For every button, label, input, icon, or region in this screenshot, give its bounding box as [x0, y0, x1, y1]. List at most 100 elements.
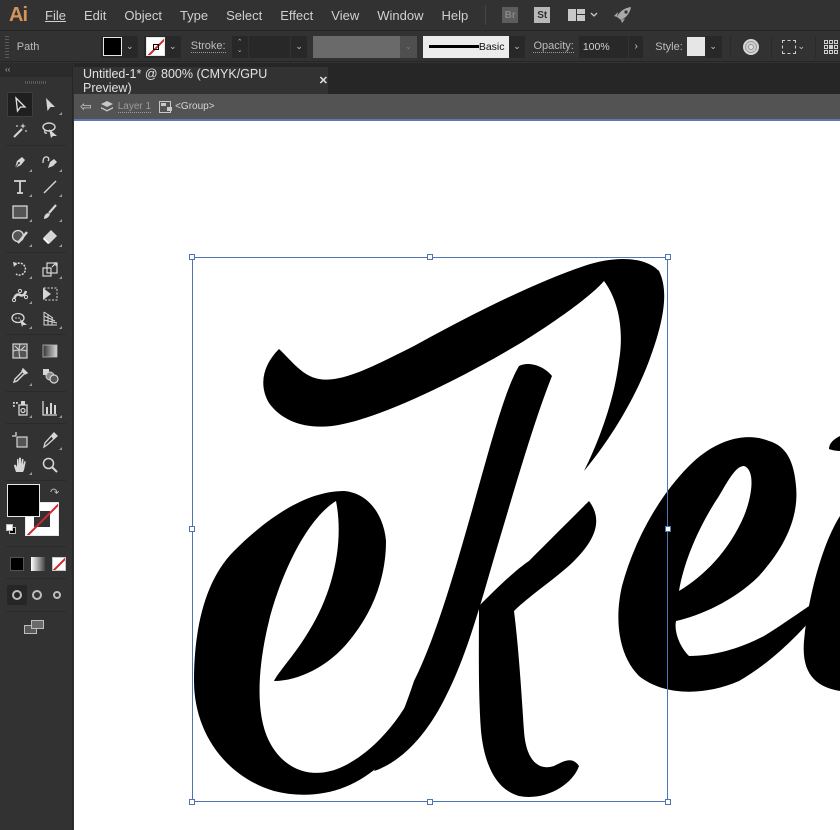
draw-behind-button[interactable]	[27, 585, 47, 605]
rectangle-icon	[12, 204, 28, 219]
tools-panel-grip[interactable]	[25, 81, 47, 84]
breadcrumb-group[interactable]: <Group>	[175, 101, 214, 112]
breadcrumb-layer[interactable]: Layer 1	[117, 101, 152, 113]
draw-inside-button[interactable]	[47, 585, 67, 605]
gradient-icon	[42, 344, 58, 357]
mesh-tool[interactable]	[7, 338, 33, 363]
color-mode-button[interactable]	[7, 554, 27, 574]
fill-dropdown-chevron-icon[interactable]: ⌄	[122, 36, 138, 58]
symbol-sprayer-tool[interactable]	[7, 395, 33, 420]
blend-icon	[43, 368, 59, 384]
eraser-tool[interactable]	[37, 224, 63, 249]
opacity-slider-arrow-icon[interactable]: ›	[628, 35, 644, 58]
rotate-tool[interactable]	[7, 256, 33, 281]
stroke-weight-input[interactable]	[248, 35, 291, 58]
fill-color-box[interactable]	[7, 484, 40, 517]
workspace-switcher-button[interactable]	[568, 0, 598, 31]
artboard-tool[interactable]	[7, 427, 33, 452]
fill-color-control[interactable]: ⌄	[100, 35, 138, 58]
magic-wand-icon	[13, 122, 27, 138]
direct-selection-tool[interactable]	[37, 92, 63, 117]
line-segment-tool[interactable]	[37, 174, 63, 199]
type-t-icon	[14, 179, 26, 194]
draw-inside-icon	[53, 591, 61, 599]
pen-tool[interactable]	[7, 149, 33, 174]
stroke-dropdown-chevron-icon[interactable]: ⌄	[165, 36, 181, 58]
menu-view[interactable]: View	[322, 0, 368, 31]
close-document-icon[interactable]: ✕	[319, 74, 328, 87]
tools-panel-collapse-button[interactable]: ‹‹	[0, 63, 72, 77]
zoom-tool[interactable]	[37, 452, 63, 477]
default-fill-stroke-icon[interactable]	[6, 524, 17, 535]
magic-wand-tool[interactable]	[7, 117, 33, 142]
blend-tool[interactable]	[37, 363, 63, 388]
opacity-input[interactable]: 100%	[578, 35, 629, 58]
eyedropper-tool[interactable]	[7, 363, 33, 388]
column-graph-tool[interactable]	[37, 395, 63, 420]
paintbrush-tool[interactable]	[37, 199, 63, 224]
menu-select[interactable]: Select	[217, 0, 271, 31]
swap-fill-stroke-icon[interactable]: ↷	[50, 486, 59, 499]
curvature-pen-icon	[42, 155, 57, 168]
selection-tool[interactable]	[7, 92, 33, 117]
menu-object[interactable]: Object	[115, 0, 171, 31]
stroke-label[interactable]: Stroke:	[190, 40, 226, 53]
menu-edit[interactable]: Edit	[75, 0, 115, 31]
stock-button[interactable]: St	[534, 0, 551, 31]
perspective-grid-tool[interactable]	[37, 306, 63, 331]
graphic-style-swatch[interactable]	[686, 37, 705, 56]
lettering-artwork[interactable]	[74, 121, 840, 830]
draw-normal-button[interactable]	[7, 585, 27, 605]
graphic-style-dropdown[interactable]: ⌄	[704, 35, 722, 58]
stroke-swatch-none[interactable]	[145, 37, 165, 56]
draw-behind-icon	[32, 590, 42, 600]
variable-width-profile-dropdown[interactable]	[313, 35, 400, 58]
fill-swatch[interactable]	[102, 37, 122, 56]
type-tool[interactable]	[7, 174, 33, 199]
stroke-weight-dropdown[interactable]: ⌄	[290, 35, 308, 58]
recolor-artwork-button[interactable]	[737, 38, 765, 55]
brush-dropdown-chevron-icon[interactable]: ⌄	[508, 35, 526, 58]
menu-window[interactable]: Window	[368, 0, 432, 31]
publish-button[interactable]	[614, 0, 632, 31]
opacity-label[interactable]: Opacity:	[533, 40, 574, 53]
divider	[770, 35, 772, 58]
paintbrush-icon	[44, 203, 57, 219]
rotate-icon	[13, 261, 27, 276]
slice-tool[interactable]	[37, 427, 63, 452]
brush-definition-dropdown[interactable]: Basic	[422, 35, 509, 58]
bridge-button[interactable]: Br	[502, 0, 519, 31]
shape-builder-tool[interactable]	[7, 306, 33, 331]
hand-tool[interactable]	[7, 452, 33, 477]
document-tab[interactable]: Untitled-1* @ 800% (CMYK/GPU Preview) ✕	[74, 67, 328, 95]
variable-width-chevron-icon[interactable]: ⌄	[399, 35, 417, 58]
document-tab-bar: Untitled-1* @ 800% (CMYK/GPU Preview) ✕	[74, 63, 840, 95]
puppet-warp-tool[interactable]	[7, 281, 33, 306]
menu-type[interactable]: Type	[171, 0, 217, 31]
artboard-canvas[interactable]	[74, 119, 840, 830]
menu-bar: Ai File Edit Object Type Select Effect V…	[0, 0, 840, 31]
change-screen-mode-button[interactable]	[24, 620, 46, 636]
menu-effect[interactable]: Effect	[271, 0, 322, 31]
menu-file[interactable]: File	[36, 0, 75, 31]
stroke-color-control[interactable]: ⌄	[143, 35, 181, 58]
free-transform-tool[interactable]	[37, 281, 63, 306]
stroke-weight-stepper[interactable]: ⌃ ⌄	[231, 35, 249, 58]
back-arrow-icon[interactable]: ⇦	[80, 98, 92, 115]
scale-tool[interactable]	[37, 256, 63, 281]
gradient-mode-button[interactable]	[28, 554, 48, 574]
gradient-tool[interactable]	[37, 338, 63, 363]
lasso-tool[interactable]	[37, 117, 63, 142]
recolor-artwork-icon	[742, 38, 759, 55]
menu-help[interactable]: Help	[432, 0, 477, 31]
curvature-tool[interactable]	[37, 149, 63, 174]
publish-rocket-icon	[614, 7, 632, 23]
layers-icon	[100, 100, 113, 111]
fill-stroke-controls: ↷	[0, 484, 72, 540]
rectangle-tool[interactable]	[7, 199, 33, 224]
control-bar-grip[interactable]	[5, 35, 9, 58]
transform-button[interactable]: ⌄	[778, 39, 810, 54]
shaper-tool[interactable]	[7, 224, 33, 249]
none-mode-button[interactable]	[49, 554, 69, 574]
align-button[interactable]	[822, 39, 840, 54]
